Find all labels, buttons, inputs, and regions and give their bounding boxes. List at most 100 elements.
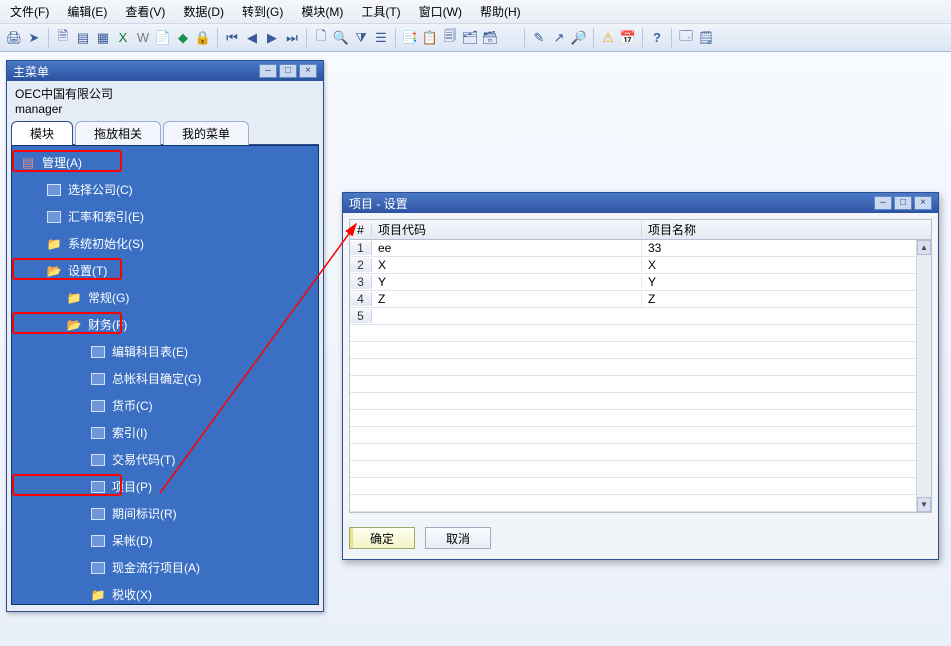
cell-name[interactable]: Y [642, 275, 916, 289]
menu-窗口[interactable]: 窗口(W) [415, 1, 466, 22]
cell-code[interactable]: Y [372, 275, 642, 289]
table-row-empty[interactable] [350, 495, 916, 512]
row-number[interactable]: 4 [350, 292, 372, 306]
first-icon[interactable]: ⏮ [224, 30, 240, 46]
menu-转到[interactable]: 转到(G) [238, 1, 287, 22]
print-icon[interactable]: 🖨 [6, 30, 22, 46]
sheet-icon[interactable]: ▦ [95, 30, 111, 46]
filter-icon[interactable]: ⧩ [353, 30, 369, 46]
tree-node[interactable]: 选择公司(C) [14, 176, 316, 203]
tree-node[interactable]: 现金流行项目(A) [14, 554, 316, 581]
row-number[interactable]: 1 [350, 241, 372, 255]
form-icon[interactable]: ▤ [75, 30, 91, 46]
box-icon[interactable]: 🗃 [482, 30, 498, 46]
project-grid[interactable]: # 项目代码 项目名称 1ee332XX3YY4ZZ5 ▲ ▼ [349, 219, 932, 513]
close-icon[interactable]: × [914, 196, 932, 210]
table-row-empty[interactable] [350, 427, 916, 444]
ok-button[interactable]: 确定 [349, 527, 415, 549]
vertical-scrollbar[interactable]: ▲ ▼ [916, 240, 931, 512]
diamond-icon[interactable]: ◆ [175, 30, 191, 46]
nav-tree[interactable]: 管理(A)选择公司(C)汇率和索引(E)系统初始化(S)设置(T)常规(G)财务… [11, 145, 319, 605]
scroll-down-icon[interactable]: ▼ [917, 497, 931, 512]
doc-icon[interactable]: 🗎 [55, 30, 71, 46]
tree-node[interactable]: 总帐科目确定(G) [14, 365, 316, 392]
dialog-titlebar[interactable]: 项目 - 设置 – □ × [343, 193, 938, 213]
stack-icon[interactable]: 🗂 [462, 30, 478, 46]
help-icon[interactable]: ? [649, 30, 665, 46]
maximize-icon[interactable]: □ [894, 196, 912, 210]
tree-node[interactable]: 财务(F) [14, 311, 316, 338]
word-icon[interactable]: W [135, 30, 151, 46]
excel-icon[interactable]: X [115, 30, 131, 46]
tree-node[interactable]: 税收(X) [14, 581, 316, 605]
table-row[interactable]: 2XX [350, 257, 916, 274]
row-number[interactable]: 3 [350, 275, 372, 289]
copy-icon[interactable]: 📑 [402, 30, 418, 46]
tree-node[interactable]: 常规(G) [14, 284, 316, 311]
table-row-empty[interactable] [350, 325, 916, 342]
cell-name[interactable]: X [642, 258, 916, 272]
maximize-icon[interactable]: □ [279, 64, 297, 78]
tree-node[interactable]: 呆帐(D) [14, 527, 316, 554]
tab-modules[interactable]: 模块 [11, 121, 73, 145]
list-icon[interactable]: ☰ [373, 30, 389, 46]
table-row-empty[interactable] [350, 410, 916, 427]
lock-icon[interactable]: 🔒 [195, 30, 211, 46]
col-code[interactable]: 项目代码 [372, 221, 642, 238]
minimize-icon[interactable]: – [874, 196, 892, 210]
paste-icon[interactable]: 📋 [422, 30, 438, 46]
menu-查看[interactable]: 查看(V) [121, 1, 169, 22]
table-row-empty[interactable] [350, 478, 916, 495]
table-row[interactable]: 3YY [350, 274, 916, 291]
cell-code[interactable]: ee [372, 241, 642, 255]
table-row-empty[interactable] [350, 461, 916, 478]
tree-node[interactable]: 汇率和索引(E) [14, 203, 316, 230]
window-icon[interactable]: 🗔 [678, 30, 694, 46]
col-name[interactable]: 项目名称 [642, 221, 916, 238]
col-num[interactable]: # [350, 223, 372, 237]
close-icon[interactable]: × [299, 64, 317, 78]
panel-titlebar[interactable]: 主菜单 – □ × [7, 61, 323, 81]
cell-name[interactable]: Z [642, 292, 916, 306]
inspect-icon[interactable]: 🔎 [571, 30, 587, 46]
table-row-empty[interactable] [350, 359, 916, 376]
grid-rows[interactable]: 1ee332XX3YY4ZZ5 [350, 240, 916, 512]
menu-文件[interactable]: 文件(F) [6, 1, 53, 22]
chr-icon[interactable]: 📄 [155, 30, 171, 46]
tree-node[interactable]: 设置(T) [14, 257, 316, 284]
tree-node[interactable]: 项目(P) [14, 473, 316, 500]
table-row[interactable]: 5 [350, 308, 916, 325]
menu-编辑[interactable]: 编辑(E) [63, 1, 111, 22]
table-row[interactable]: 4ZZ [350, 291, 916, 308]
table-row-empty[interactable] [350, 393, 916, 410]
menu-数据[interactable]: 数据(D) [179, 1, 228, 22]
table-row-empty[interactable] [350, 444, 916, 461]
next-icon[interactable]: ▶ [264, 30, 280, 46]
row-number[interactable]: 5 [350, 309, 372, 323]
menu-帮助[interactable]: 帮助(H) [476, 1, 525, 22]
menu-模块[interactable]: 模块(M) [297, 1, 347, 22]
calendar-icon[interactable]: 📅 [620, 30, 636, 46]
cell-code[interactable]: X [372, 258, 642, 272]
cancel-button[interactable]: 取消 [425, 527, 491, 549]
prev-icon[interactable]: ◀ [244, 30, 260, 46]
export-icon[interactable]: ↗ [551, 30, 567, 46]
dup-icon[interactable]: 🗐 [442, 30, 458, 46]
scroll-up-icon[interactable]: ▲ [917, 240, 931, 255]
pencil-icon[interactable]: ✎ [531, 30, 547, 46]
preview-icon[interactable]: ➤ [26, 30, 42, 46]
scroll-track[interactable] [917, 255, 931, 497]
cell-code[interactable]: Z [372, 292, 642, 306]
tree-node[interactable]: 索引(I) [14, 419, 316, 446]
table-row[interactable]: 1ee33 [350, 240, 916, 257]
tab-drag[interactable]: 拖放相关 [75, 121, 161, 145]
note-icon[interactable]: 🗒 [698, 30, 714, 46]
cell-name[interactable]: 33 [642, 241, 916, 255]
tree-node[interactable]: 货币(C) [14, 392, 316, 419]
search-icon[interactable]: 🔍 [333, 30, 349, 46]
row-number[interactable]: 2 [350, 258, 372, 272]
tree-node[interactable]: 系统初始化(S) [14, 230, 316, 257]
table-row-empty[interactable] [350, 376, 916, 393]
warning-icon[interactable]: ⚠ [600, 30, 616, 46]
new-icon[interactable]: 🗋 [313, 30, 329, 46]
